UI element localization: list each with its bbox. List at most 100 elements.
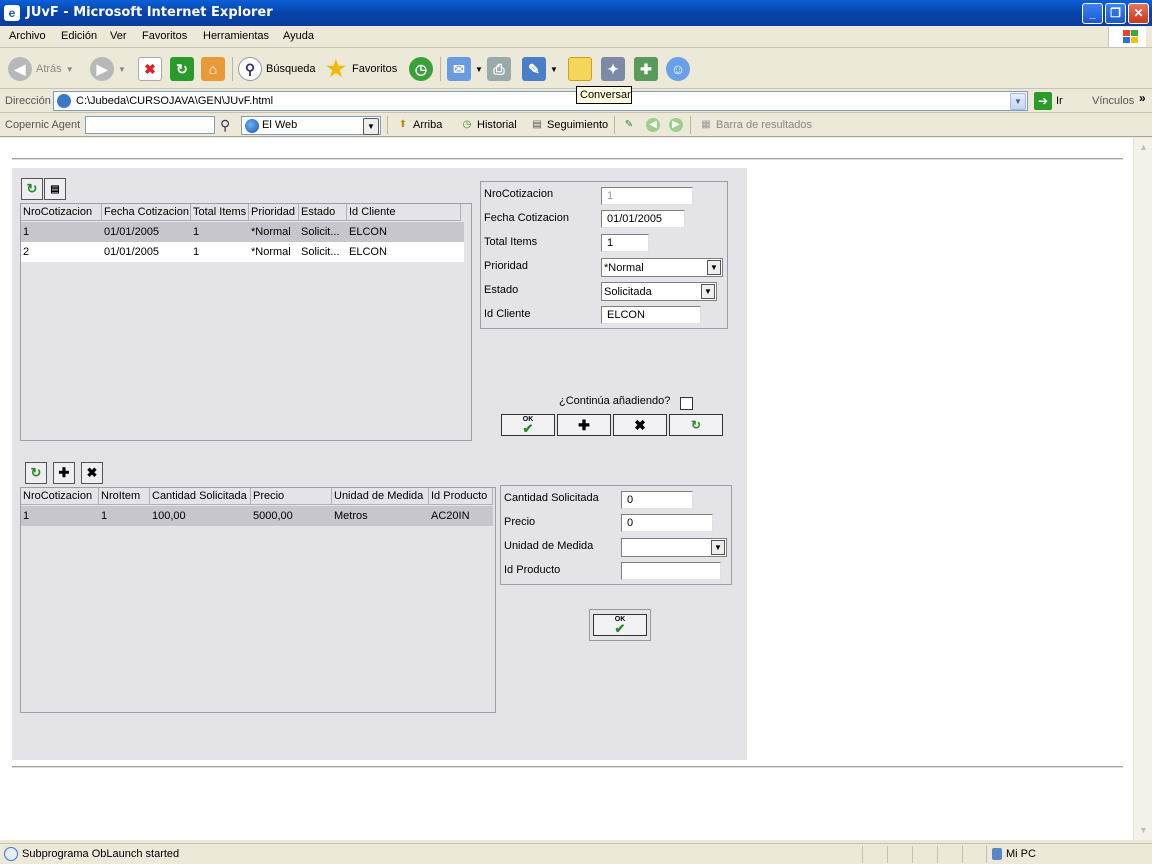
maximize-button[interactable]: ❐ <box>1105 3 1126 24</box>
tool-icon: ✚ <box>634 57 658 81</box>
column-header[interactable]: NroCotizacion <box>21 204 102 221</box>
copernic-label: Copernic Agent <box>5 119 81 131</box>
ok-check-icon: OK ✔ <box>614 616 626 636</box>
edit-button[interactable]: ✎ ▼ <box>522 54 558 84</box>
address-input[interactable]: C:\Jubeda\CURSOJAVA\GEN\JUvF.html <box>53 91 1028 111</box>
vertical-scrollbar[interactable]: ▲ ▼ <box>1133 138 1152 840</box>
menu-favoritos[interactable]: Favoritos <box>142 30 187 42</box>
search-icon[interactable]: ⚲ <box>220 117 230 134</box>
prioridad-select[interactable]: *Normal ▼ <box>601 258 723 277</box>
menu-edicion[interactable]: Edición <box>61 30 97 42</box>
messenger-icon: ☺ <box>666 57 690 81</box>
home-button[interactable]: ⌂ <box>201 54 225 84</box>
security-zone: Mi PC <box>992 848 1036 860</box>
table-row[interactable]: 1 1 100,00 5000,00 Metros AC20IN <box>21 506 493 526</box>
scroll-up-icon[interactable]: ▲ <box>1136 140 1151 155</box>
stop-button[interactable]: ✖ <box>138 54 162 84</box>
minimize-button[interactable]: _ <box>1082 3 1103 24</box>
computer-icon <box>992 848 1002 860</box>
delete-button[interactable]: ✖ <box>613 414 667 436</box>
column-header[interactable]: NroCotizacion <box>21 488 99 505</box>
total-field[interactable]: 1 <box>601 234 649 252</box>
chevron-down-icon: ▼ <box>711 540 725 555</box>
fecha-field[interactable]: 01/01/2005 <box>601 210 685 228</box>
page-status-icon <box>4 847 18 861</box>
tracking-link[interactable]: ▤ Seguimiento <box>530 118 608 132</box>
address-dropdown-button[interactable]: ▼ <box>1010 93 1026 110</box>
star-icon: ★ <box>326 56 346 81</box>
close-button[interactable]: ✕ <box>1128 3 1149 24</box>
tool-button[interactable]: ✚ <box>634 54 658 84</box>
results-bar-button[interactable]: ▦ Barra de resultados <box>699 118 812 132</box>
discuss-button[interactable] <box>568 54 592 84</box>
column-header[interactable]: Unidad de Medida <box>332 488 429 505</box>
detail-form: Cantidad Solicitada 0 Precio 0 Unidad de… <box>500 485 732 585</box>
history-button[interactable]: ◷ <box>409 54 433 84</box>
favorites-button[interactable]: ★ Favoritos <box>324 54 397 84</box>
producto-field[interactable] <box>621 562 721 580</box>
chevron-down-icon: ▼ <box>701 284 715 299</box>
nro-field[interactable]: 1 <box>601 187 693 205</box>
column-header[interactable]: Precio <box>251 488 332 505</box>
stop-icon: ✖ <box>138 57 162 81</box>
cantidad-field[interactable]: 0 <box>621 491 693 509</box>
chevron-down-icon: ▼ <box>363 118 379 135</box>
estado-select[interactable]: Solicitada ▼ <box>601 282 717 301</box>
menu-ver[interactable]: Ver <box>110 30 127 42</box>
menu-archivo[interactable]: Archivo <box>9 30 46 42</box>
cliente-field[interactable]: ELCON <box>601 306 701 324</box>
column-header[interactable]: Id Cliente <box>347 204 461 221</box>
detail-delete-button[interactable]: ✖ <box>81 462 103 484</box>
print-button[interactable]: ⎙ <box>487 54 511 84</box>
history-link[interactable]: ◷ Historial <box>460 118 517 132</box>
up-button[interactable]: ⬆ Arriba <box>396 118 443 132</box>
column-header[interactable]: Total Items <box>191 204 249 221</box>
total-label: Total Items <box>484 236 538 248</box>
forward-button[interactable]: ▶ ▼ <box>90 54 126 84</box>
chevron-right-icon[interactable]: » <box>1139 91 1146 105</box>
back-button[interactable]: ◀ Atrás ▼ <box>8 54 74 84</box>
precio-field[interactable]: 0 <box>621 514 713 532</box>
top-divider <box>12 158 1123 160</box>
note-icon <box>568 57 592 81</box>
refresh-form-button[interactable]: ↻ <box>669 414 723 436</box>
scroll-down-icon[interactable]: ▼ <box>1136 823 1151 838</box>
detail-refresh-button[interactable]: ↻ <box>25 462 47 484</box>
go-button[interactable]: ➔ Ir <box>1034 92 1063 110</box>
mail-button[interactable]: ✉ ▼ <box>447 54 483 84</box>
detail-ok-button[interactable]: OK ✔ <box>593 614 647 636</box>
ok-button[interactable]: OK ✔ <box>501 414 555 436</box>
windows-logo-icon <box>1108 27 1146 47</box>
table-row[interactable]: 1 01/01/2005 1 *Normal Solicit... ELCON <box>21 222 464 242</box>
layout-button[interactable]: ▤ <box>44 178 66 200</box>
menu-ayuda[interactable]: Ayuda <box>283 30 314 42</box>
search-button[interactable]: ⚲ Búsqueda <box>238 54 316 84</box>
refresh-icon: ↻ <box>690 418 702 432</box>
go-arrow-icon: ➔ <box>1034 92 1052 110</box>
continue-checkbox[interactable] <box>680 397 693 410</box>
scope-select[interactable]: El Web ▼ <box>241 116 381 135</box>
column-header[interactable]: Fecha Cotizacion <box>102 204 191 221</box>
messenger-button[interactable]: ☺ <box>666 54 690 84</box>
links-label[interactable]: Vínculos <box>1092 95 1134 107</box>
add-button[interactable]: ✚ <box>557 414 611 436</box>
copernic-search-input[interactable] <box>85 116 215 134</box>
menu-herramientas[interactable]: Herramientas <box>203 30 269 42</box>
column-header[interactable]: Id Producto <box>429 488 493 505</box>
producto-label: Id Producto <box>504 564 561 576</box>
title-bar: e JUvF - Microsoft Internet Explorer _ ❐… <box>0 0 1152 26</box>
refresh-button[interactable]: ↻ <box>21 178 43 200</box>
refresh-button[interactable]: ↻ <box>170 54 194 84</box>
column-header[interactable]: Estado <box>299 204 347 221</box>
column-header[interactable]: NroItem <box>99 488 150 505</box>
unidad-select[interactable]: ▼ <box>621 538 727 557</box>
column-header[interactable]: Cantidad Solicitada <box>150 488 251 505</box>
research-button[interactable]: ✦ <box>601 54 625 84</box>
highlight-button[interactable]: ✎ <box>622 118 636 132</box>
table-row[interactable]: 2 01/01/2005 1 *Normal Solicit... ELCON <box>21 242 464 262</box>
precio-label: Precio <box>504 516 536 528</box>
previous-button[interactable]: ◀ <box>646 118 660 132</box>
detail-add-button[interactable]: ✚ <box>53 462 75 484</box>
next-button[interactable]: ▶ <box>669 118 683 132</box>
column-header[interactable]: Prioridad <box>249 204 299 221</box>
